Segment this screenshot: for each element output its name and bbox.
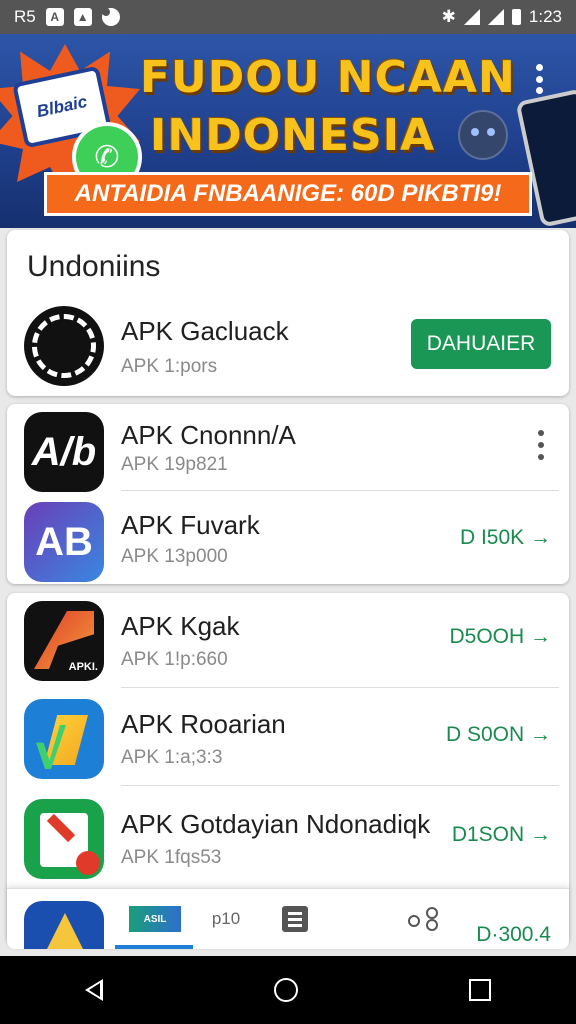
active-tab-indicator <box>115 945 193 949</box>
status-bar: R5 A ▲ ✱ 1:23 <box>0 0 576 34</box>
back-icon[interactable] <box>85 979 104 1001</box>
robot-icon <box>458 110 508 160</box>
app-icon <box>24 799 104 879</box>
wifi-icon <box>463 9 480 25</box>
app-name: APK Kgak <box>121 611 240 641</box>
download-link[interactable]: D1SON → <box>452 823 551 847</box>
signal-icon <box>487 9 504 25</box>
banner-title-line2: INDONESIA <box>150 110 436 161</box>
list-item[interactable]: APKI. APK Kgak APK 1!p:660 D5OOH → <box>7 593 569 689</box>
app-icon-text: AB <box>35 519 93 564</box>
divider <box>121 490 559 491</box>
list-item[interactable]: AB APK Fuvark APK 13p000 D I50K → <box>7 494 569 590</box>
app-subtitle: APK 1fqs53 <box>121 847 222 868</box>
tab-label: p10 <box>211 909 241 928</box>
divider <box>121 785 559 786</box>
status-left-text: R5 <box>14 7 36 26</box>
app-icon: A/b <box>24 412 104 492</box>
divider <box>121 687 559 688</box>
app-subtitle: APK 1:pors <box>121 356 218 377</box>
list-item[interactable]: A/b APK Cnonnn/A APK 19p821 <box>7 404 569 500</box>
list-item[interactable]: APK Rooarian APK 1:a;3:3 D S0ON → <box>7 693 569 789</box>
list-icon <box>282 906 308 932</box>
banner-title-line1: FUDOU NCAAN <box>140 52 516 103</box>
app-list-card: A/b APK Cnonnn/A APK 19p821 AB APK Fuvar… <box>7 404 569 584</box>
download-link[interactable]: D I50K → <box>460 526 551 550</box>
app-name: APK Fuvark <box>121 510 260 540</box>
app-subtitle: APK 19p821 <box>121 454 228 475</box>
app-name: APK Gotdayian Ndonadiqk <box>121 809 431 839</box>
more-options-icon[interactable] <box>538 430 544 460</box>
download-link[interactable]: D·300.4 <box>476 923 551 947</box>
list-item[interactable]: APK Gotdayian Ndonadiqk APK 1fqs53 D1SON… <box>7 791 569 887</box>
app-name: APK Rooarian <box>121 709 286 739</box>
system-nav-bar <box>0 956 576 1024</box>
app-icon-text: A/b <box>31 429 97 474</box>
tab-p10[interactable]: p10 <box>201 889 251 949</box>
tab-home[interactable]: ASIL <box>125 889 185 949</box>
app-name: APK Gacluack <box>121 316 289 346</box>
app-icon: APKI. <box>24 601 104 681</box>
share-icon <box>408 907 438 931</box>
download-link[interactable]: D S0ON → <box>446 723 551 747</box>
section-title: Undoniins <box>27 250 161 283</box>
download-link[interactable]: D5OOH → <box>449 625 551 649</box>
app-subtitle: APK 13p000 <box>121 546 228 567</box>
promo-banner[interactable]: Blbaic ✆ FUDOU NCAAN INDONESIA ANTAIDIA … <box>0 34 576 228</box>
featured-card: Undoniins APK Gacluack APK 1:pors DAHUAI… <box>7 230 569 396</box>
home-tab-icon: ASIL <box>129 906 181 932</box>
banner-ribbon-text: ANTAIDIA FNBAANIGE: 60D PIKBTI9! <box>74 180 502 207</box>
status-right: ✱ 1:23 <box>442 7 562 27</box>
bottom-tab-bar: ASIL p10 D·300.4 <box>7 888 569 949</box>
banner-ribbon: ANTAIDIA FNBAANIGE: 60D PIKBTI9! <box>44 172 532 216</box>
install-button[interactable]: DAHUAIER <box>411 319 551 369</box>
app-subtitle: APK 1:a;3:3 <box>121 747 223 768</box>
clock-text: 1:23 <box>528 7 562 26</box>
tab-list[interactable] <box>275 889 315 949</box>
app-icon <box>24 901 104 949</box>
battery-icon <box>511 9 521 25</box>
app-icon-text: APKI. <box>68 661 98 673</box>
image-icon: ▲ <box>73 8 92 26</box>
notification-icon: A <box>45 8 64 26</box>
banner-menu-icon[interactable] <box>532 64 546 94</box>
app-icon <box>24 699 104 779</box>
app-subtitle: APK 1!p:660 <box>121 649 228 670</box>
app-name: APK Cnonnn/A <box>121 420 296 450</box>
status-left: R5 A ▲ <box>14 7 120 27</box>
home-icon[interactable] <box>273 978 298 1002</box>
app-icon <box>24 306 104 386</box>
bluetooth-icon: ✱ <box>441 7 456 26</box>
sync-icon <box>101 8 120 26</box>
tab-share[interactable] <box>403 889 443 949</box>
badge-text: Blbaic <box>34 91 89 122</box>
app-icon: AB <box>24 502 104 582</box>
recent-apps-icon[interactable] <box>468 979 491 1001</box>
